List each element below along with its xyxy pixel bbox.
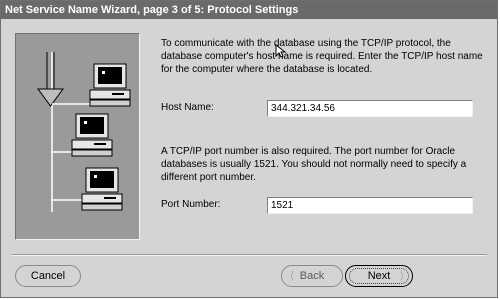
button-separator [11,254,487,256]
next-button-label: Next [367,270,391,282]
intro-text: To communicate with the database using t… [161,38,483,75]
port-number-label: Port Number: [161,199,221,210]
back-button[interactable]: ⟨ Back [281,265,343,287]
chevron-right-icon: ⟩ [399,270,404,282]
port-number-input[interactable]: 1521 [267,197,473,214]
wizard-window: Net Service Name Wizard, page 3 of 5: Pr… [0,0,498,298]
cancel-button[interactable]: Cancel [15,265,81,287]
port-info-text: A TCP/IP port number is also required. T… [161,146,467,183]
network-computers-icon [37,52,131,212]
host-name-label: Host Name: [161,102,214,113]
next-button[interactable]: Next ⟩ [345,265,413,287]
mouse-pointer-icon [275,44,287,58]
cancel-button-label: Cancel [30,270,66,282]
chevron-left-icon: ⟨ [290,270,295,282]
host-name-input[interactable]: 344.321.34.56 [267,100,473,117]
window-title: Net Service Name Wizard, page 3 of 5: Pr… [1,1,497,19]
network-illustration [15,33,140,240]
back-button-label: Back [299,270,325,282]
